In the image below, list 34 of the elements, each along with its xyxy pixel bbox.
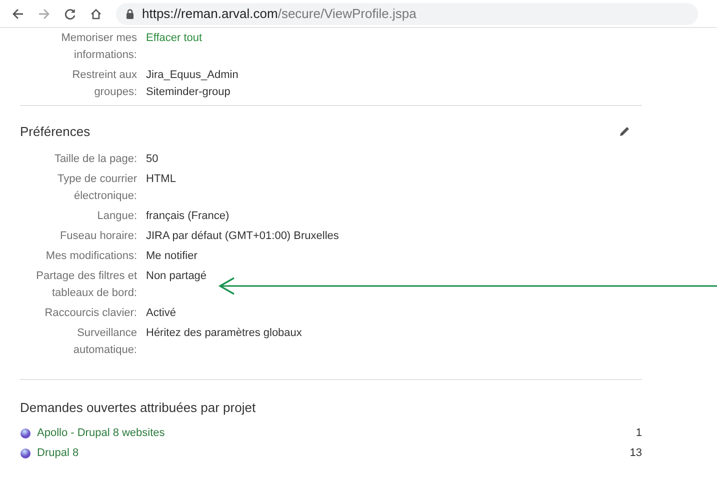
field-label: Type de courrier électronique: bbox=[56, 172, 137, 204]
field-value: Activé bbox=[146, 306, 176, 321]
edit-icon[interactable] bbox=[619, 126, 630, 137]
back-icon[interactable] bbox=[12, 8, 24, 20]
field-value: français (France) bbox=[146, 209, 230, 224]
issue-count[interactable]: 1 bbox=[636, 427, 642, 439]
section-heading: Demandes ouvertes attribuées par projet bbox=[20, 400, 257, 415]
field-value: JIRA par défaut (GMT+01:00) Bruxelles bbox=[146, 229, 339, 244]
project-link[interactable]: Apollo - Drupal 8 websites bbox=[37, 427, 630, 439]
lock-icon bbox=[126, 8, 134, 18]
field-label: Partage des filtres et tableaux de bord: bbox=[35, 269, 137, 301]
field-label: Restreint aux groupes: bbox=[71, 68, 137, 100]
home-icon[interactable] bbox=[90, 8, 102, 20]
field-value: 50 bbox=[146, 152, 158, 167]
issue-count[interactable]: 13 bbox=[630, 447, 642, 459]
field-label: Taille de la page: bbox=[53, 152, 137, 167]
project-icon bbox=[20, 448, 31, 458]
field-label: Raccourcis clavier: bbox=[44, 306, 137, 321]
field-value: Héritez des paramètres globaux bbox=[146, 326, 302, 341]
field-value: Me notifier bbox=[146, 249, 198, 264]
project-icon bbox=[20, 428, 31, 438]
section-heading: Préférences bbox=[20, 124, 90, 139]
project-link[interactable]: Drupal 8 bbox=[37, 447, 624, 459]
field-label: Memoriser mes informations: bbox=[60, 31, 137, 63]
field-label: Langue: bbox=[96, 209, 137, 224]
field-value: Non partagé bbox=[146, 269, 207, 284]
reload-icon[interactable] bbox=[64, 8, 76, 20]
field-label: Mes modifications: bbox=[44, 249, 137, 264]
field-value: Jira_Equus_Admin Siteminder-group bbox=[146, 68, 238, 100]
address-bar[interactable]: https://reman.arval.com/secure/ViewProfile.jspa bbox=[116, 2, 698, 24]
clear-link[interactable]: Effacer tout bbox=[146, 30, 202, 64]
field-label: Fuseau horaire: bbox=[58, 229, 137, 244]
field-value: HTML bbox=[146, 172, 176, 187]
field-label: Surveillance automatique: bbox=[72, 326, 137, 358]
